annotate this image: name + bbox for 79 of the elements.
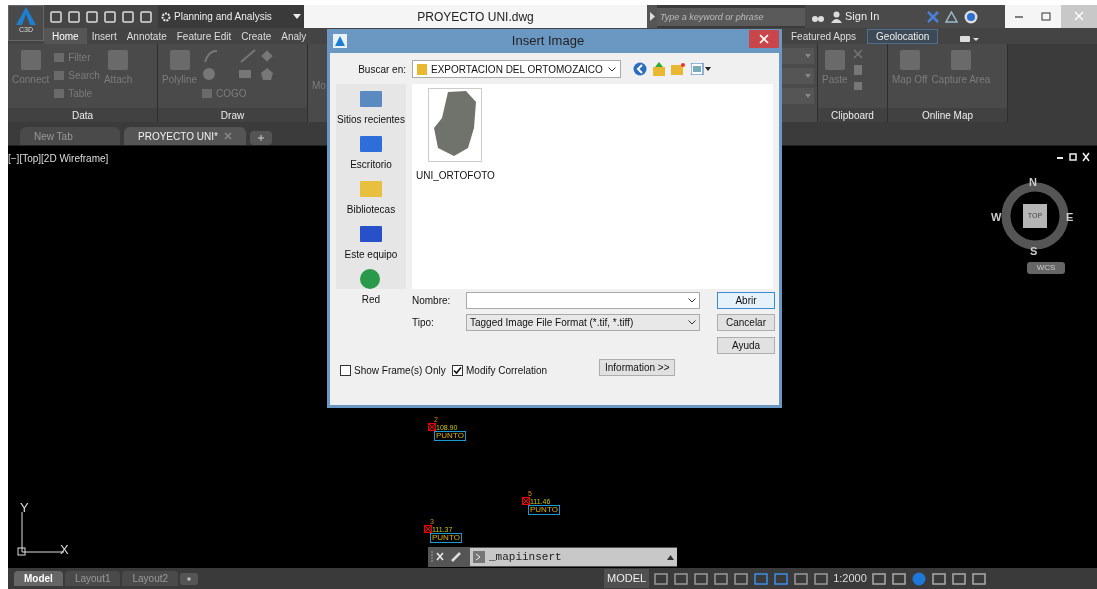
dialog-button[interactable]: Abrir [717, 292, 775, 309]
gear-icon [161, 11, 171, 22]
close-icon [223, 132, 232, 140]
isolate-icon[interactable] [910, 571, 927, 586]
chevron-icon [688, 298, 696, 303]
point-label: PUNTO [528, 505, 560, 515]
x-icon[interactable] [927, 10, 939, 23]
window-title: PROYECTO UNI.dwg [304, 5, 647, 28]
file-item[interactable]: UNI_ORTOFOTO [416, 88, 495, 183]
compass-west: W [991, 210, 1002, 225]
model-space-button[interactable]: MODEL [604, 569, 650, 588]
close-icon[interactable] [749, 30, 779, 48]
compass-south: S [1030, 244, 1038, 259]
caret-icon [667, 554, 674, 560]
look-in-dropdown[interactable]: EXPORTACION DEL ORTOMOZAICO [412, 60, 621, 78]
logo-icon [15, 6, 37, 26]
ribbon-tab[interactable]: Analy [276, 28, 312, 44]
new-folder-icon[interactable] [671, 63, 685, 75]
annotation-scale-button[interactable]: 1:2000 [833, 570, 867, 587]
place-item[interactable]: Sitios recientes [337, 88, 405, 127]
folder-icon [417, 63, 427, 75]
up-folder-icon[interactable] [653, 62, 665, 76]
ribbon-tab[interactable]: Featured Apps [786, 28, 862, 44]
globe-icon [359, 268, 383, 290]
ribbon-tab[interactable]: Insert [86, 28, 122, 44]
triangle-icon[interactable] [945, 10, 958, 23]
point-marker-icon [424, 525, 432, 533]
panel-toggle-icon[interactable] [958, 34, 981, 44]
folder-icon [359, 178, 383, 200]
chevron-icon [688, 320, 696, 325]
ribbon-tab[interactable]: Home [44, 28, 87, 44]
new-tab-icon[interactable] [249, 131, 272, 145]
place-item[interactable]: Bibliotecas [346, 178, 396, 217]
ribbon-tab[interactable]: Create [236, 28, 277, 44]
file-type-dropdown[interactable]: Tagged Image File Format (*.tif, *.tiff) [466, 314, 700, 331]
viewport-controls-icon[interactable] [1055, 151, 1091, 163]
place-item[interactable]: Este equipo [344, 223, 398, 262]
view-menu-icon[interactable] [691, 63, 711, 75]
caret-icon[interactable] [647, 5, 657, 28]
panel-label: Draw [158, 108, 307, 122]
ribbon-tab[interactable]: Annotate [121, 28, 172, 44]
field-label: Tipo: [412, 316, 435, 330]
place-item[interactable]: Escritorio [350, 133, 392, 172]
dialog-button[interactable]: Cancelar [717, 314, 775, 331]
viewport-label[interactable]: [−][Top][2D Wireframe] [8, 151, 109, 166]
dialog-title: Insert Image [510, 32, 586, 51]
point-marker-icon [522, 497, 530, 505]
compass-north: N [1029, 175, 1037, 190]
x-axis-label: X [60, 541, 69, 559]
document-tab[interactable]: PROYECTO UNI* [124, 127, 246, 145]
checkbox[interactable]: Show Frame(s) Only [340, 363, 452, 378]
compass-east: E [1066, 210, 1074, 225]
place-item[interactable]: Red [359, 268, 383, 307]
ribbon-tab[interactable]: Geolocation [867, 29, 939, 44]
point-marker-icon [428, 423, 436, 431]
layout-tab[interactable]: Model [14, 571, 63, 586]
y-axis-label: Y [20, 499, 29, 517]
person-icon [831, 10, 842, 23]
point-label: PUNTO [430, 533, 462, 543]
chevron-icon [608, 66, 616, 72]
dialog-button[interactable]: Ayuda [717, 337, 775, 354]
ribbon-tab[interactable]: Feature Edit [171, 28, 237, 44]
prompt-icon [473, 551, 485, 563]
panel-label: Clipboard [818, 108, 887, 122]
caret-icon [293, 14, 301, 19]
panel-label: Online Map [888, 108, 1007, 122]
file-name-field[interactable] [466, 292, 700, 309]
field-label: Nombre: [412, 294, 452, 308]
help-icon[interactable] [964, 9, 978, 24]
logo-icon [333, 34, 347, 48]
new-layout-icon[interactable] [180, 572, 199, 585]
checkbox[interactable]: Modify Correlation [452, 363, 599, 378]
panel-label: Data [8, 108, 157, 122]
point-label: PUNTO [434, 431, 466, 441]
back-icon[interactable] [633, 62, 647, 76]
search-field[interactable]: Type a keyword or phrase [657, 7, 805, 26]
look-in-label: Buscar en: [357, 62, 407, 77]
ucs-menu[interactable]: WCS [1027, 262, 1065, 274]
information-button[interactable]: Information >> [599, 359, 676, 376]
